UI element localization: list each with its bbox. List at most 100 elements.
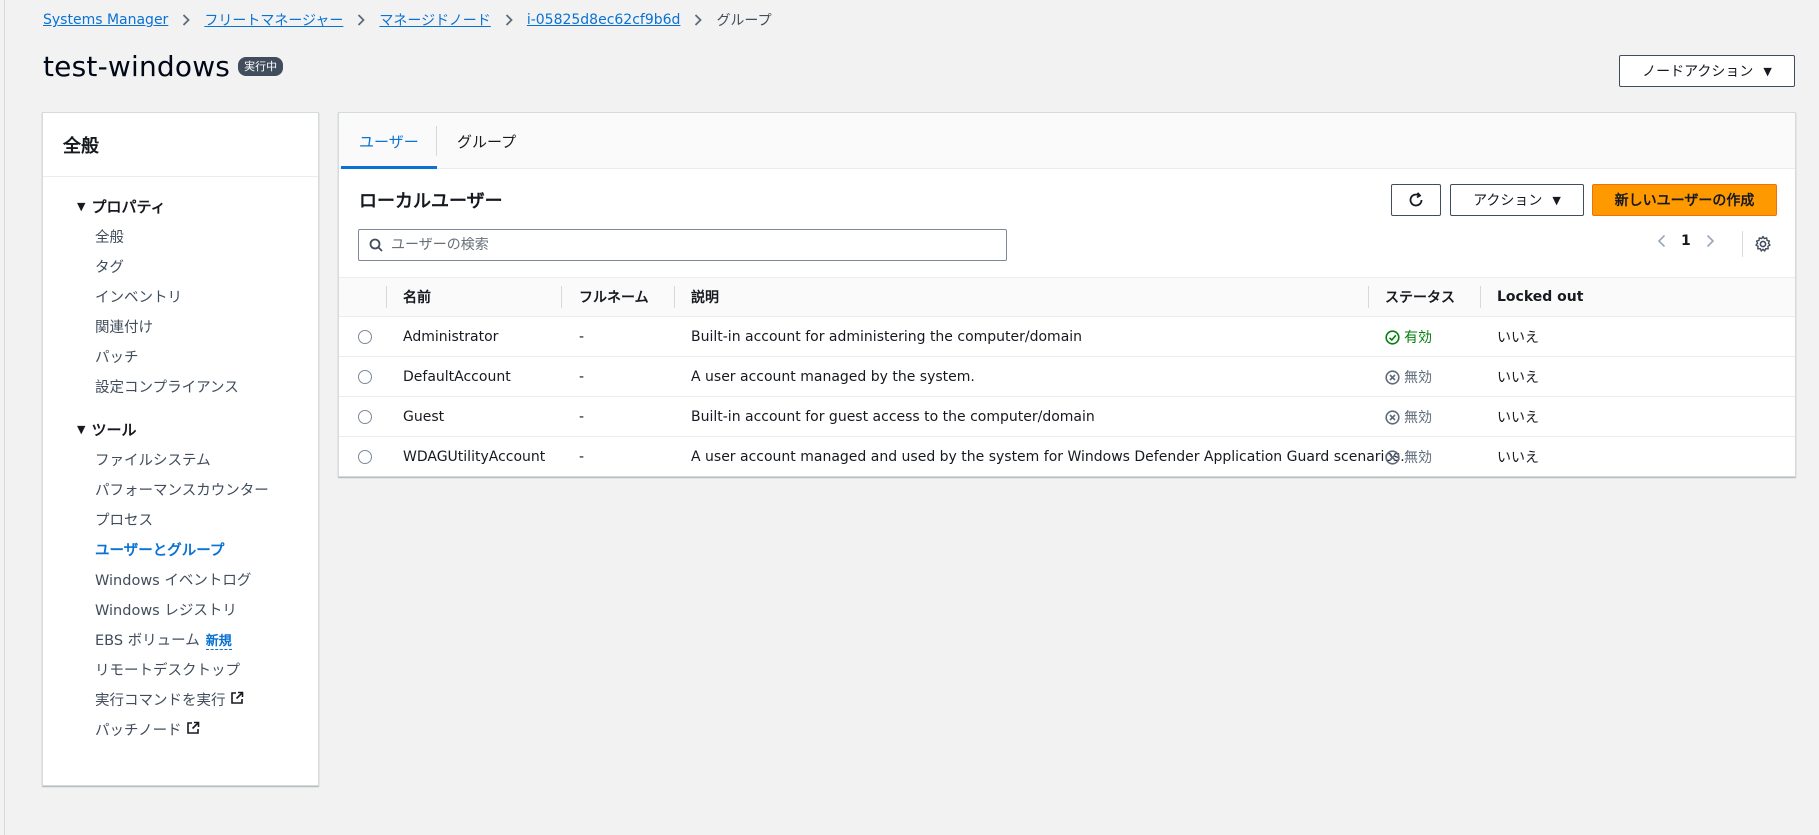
tab-divider	[436, 126, 437, 156]
table-row[interactable]: Administrator - Built-in account for adm…	[339, 317, 1795, 357]
breadcrumb-systems-manager[interactable]: Systems Manager	[43, 12, 168, 28]
status-text: 無効	[1404, 410, 1432, 426]
status-text: 有効	[1404, 330, 1432, 346]
check-circle-icon	[1385, 329, 1400, 345]
table-row[interactable]: WDAGUtilityAccount - A user account mana…	[339, 437, 1795, 477]
sidebar-item-general[interactable]: 全般	[95, 223, 318, 253]
x-circle-icon	[1385, 409, 1400, 425]
sidebar-title: 全般	[43, 113, 318, 177]
sidebar-item-patches[interactable]: パッチ	[95, 343, 318, 373]
sidebar-item-windows-event-log[interactable]: Windows イベントログ	[95, 566, 318, 596]
sidebar-section-properties[interactable]: ▼ プロパティ	[77, 196, 318, 217]
pagination: 1	[1657, 233, 1715, 249]
sidebar-section-label: プロパティ	[91, 198, 166, 216]
cell-locked-out: いいえ	[1497, 370, 1539, 386]
cell-fullname: -	[579, 369, 585, 385]
cell-description: Built-in account for guest access to the…	[691, 409, 1095, 425]
column-divider	[1368, 286, 1369, 308]
cell-locked-out: いいえ	[1497, 330, 1539, 346]
next-page-icon[interactable]	[1705, 234, 1715, 248]
table-row[interactable]: Guest - Built-in account for guest acces…	[339, 397, 1795, 437]
breadcrumb-instance-id[interactable]: i-05825d8ec62cf9b6d	[527, 12, 681, 28]
caret-down-icon: ▼	[77, 200, 86, 213]
sidebar-item-label: パッチノード	[95, 723, 182, 739]
sidebar-item-label: EBS ボリューム	[95, 633, 200, 649]
search-icon	[369, 238, 383, 252]
sidebar-item-label: 実行コマンドを実行	[95, 693, 226, 709]
previous-page-icon[interactable]	[1657, 234, 1667, 248]
sidebar-section-tools[interactable]: ▼ ツール	[77, 419, 318, 440]
caret-down-icon: ▼	[77, 423, 86, 436]
chevron-right-icon	[357, 14, 366, 26]
column-divider	[674, 286, 675, 308]
sidebar-item-associations[interactable]: 関連付け	[95, 313, 318, 343]
cell-name: DefaultAccount	[403, 369, 511, 385]
x-circle-icon	[1385, 449, 1400, 465]
caret-down-icon: ▼	[1552, 193, 1561, 207]
row-select-radio[interactable]	[358, 410, 372, 424]
node-action-button[interactable]: ノードアクション ▼	[1619, 55, 1795, 87]
tab-users[interactable]: ユーザー	[359, 113, 419, 169]
cell-status: 無効	[1385, 357, 1432, 397]
sidebar-item-patch-node[interactable]: パッチノード	[95, 716, 318, 746]
sidebar: 全般 ▼ プロパティ 全般 タグ インベントリ 関連付け パッチ 設定コンプライ…	[42, 112, 319, 786]
breadcrumb-current: グループ	[716, 13, 772, 29]
sidebar-item-windows-registry[interactable]: Windows レジストリ	[95, 596, 318, 626]
status-badge: 実行中	[238, 56, 284, 77]
breadcrumb-fleet-manager[interactable]: フリートマネージャー	[204, 10, 343, 30]
current-page-number[interactable]: 1	[1681, 233, 1691, 249]
sidebar-item-ebs-volumes[interactable]: EBS ボリューム 新規	[95, 626, 318, 656]
cell-description: Built-in account for administering the c…	[691, 329, 1083, 345]
users-table: 名前 フルネーム 説明 ステータス Locked out Administrat…	[339, 277, 1795, 477]
status-text: 無効	[1404, 450, 1432, 466]
sidebar-item-performance-counters[interactable]: パフォーマンスカウンター	[95, 476, 318, 506]
column-header-locked-out[interactable]: Locked out	[1497, 278, 1583, 316]
sidebar-item-inventory[interactable]: インベントリ	[95, 283, 318, 313]
page-title: test-windows	[43, 50, 231, 83]
column-header-name[interactable]: 名前	[403, 278, 431, 316]
table-settings-button[interactable]	[1751, 232, 1775, 256]
cell-status: 無効	[1385, 437, 1432, 477]
tab-groups[interactable]: グループ	[457, 113, 516, 169]
sidebar-item-run-command[interactable]: 実行コマンドを実行	[95, 686, 318, 716]
sidebar-item-remote-desktop[interactable]: リモートデスクトップ	[95, 656, 318, 686]
column-header-description[interactable]: 説明	[691, 278, 719, 316]
active-tab-indicator	[341, 166, 437, 169]
actions-label: アクション	[1473, 193, 1543, 209]
cell-status: 有効	[1385, 317, 1432, 357]
column-header-fullname[interactable]: フルネーム	[579, 278, 649, 316]
external-link-icon	[186, 716, 200, 746]
cell-status: 無効	[1385, 397, 1432, 437]
column-header-status[interactable]: ステータス	[1385, 278, 1455, 316]
status-text: 無効	[1404, 370, 1432, 386]
create-user-button[interactable]: 新しいユーザーの作成	[1592, 184, 1777, 216]
search-input[interactable]	[391, 237, 981, 253]
new-badge: 新規	[205, 634, 232, 650]
sidebar-item-users-groups[interactable]: ユーザーとグループ	[95, 536, 318, 566]
breadcrumb: Systems Manager フリートマネージャー マネージドノード i-05…	[43, 10, 772, 30]
external-link-icon	[230, 686, 244, 716]
page-left-border	[4, 0, 5, 835]
sidebar-item-tags[interactable]: タグ	[95, 253, 318, 283]
actions-dropdown-button[interactable]: アクション ▼	[1450, 184, 1584, 216]
chevron-right-icon	[694, 14, 703, 26]
sidebar-section-label: ツール	[91, 421, 137, 439]
node-action-label: ノードアクション	[1642, 64, 1754, 80]
cell-fullname: -	[579, 409, 585, 425]
refresh-button[interactable]	[1391, 184, 1441, 216]
cell-name: Administrator	[403, 329, 499, 345]
breadcrumb-managed-nodes[interactable]: マネージドノード	[379, 10, 490, 30]
sidebar-item-file-system[interactable]: ファイルシステム	[95, 446, 318, 476]
table-row[interactable]: DefaultAccount - A user account managed …	[339, 357, 1795, 397]
cell-fullname: -	[579, 329, 585, 345]
cell-name: Guest	[403, 409, 445, 425]
row-select-radio[interactable]	[358, 370, 372, 384]
x-circle-icon	[1385, 369, 1400, 385]
sidebar-item-processes[interactable]: プロセス	[95, 506, 318, 536]
chevron-right-icon	[505, 14, 513, 26]
table-header: 名前 フルネーム 説明 ステータス Locked out	[339, 277, 1795, 317]
cell-name: WDAGUtilityAccount	[403, 449, 546, 465]
row-select-radio[interactable]	[358, 450, 372, 464]
row-select-radio[interactable]	[358, 330, 372, 344]
sidebar-item-config-compliance[interactable]: 設定コンプライアンス	[95, 373, 318, 403]
